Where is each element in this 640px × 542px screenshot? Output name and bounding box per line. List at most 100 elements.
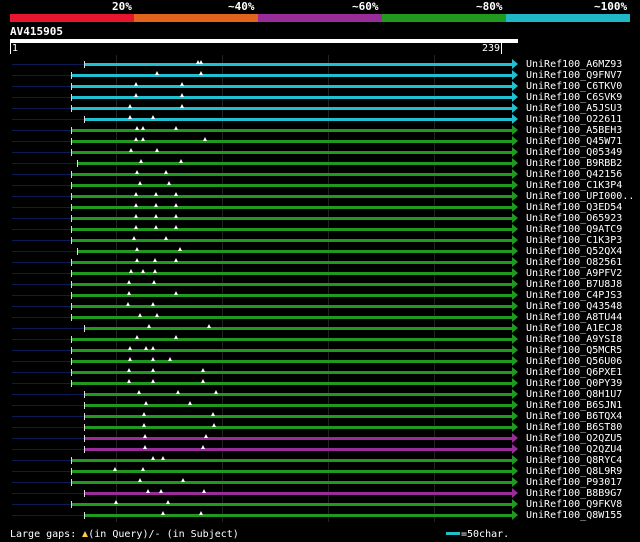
hit-label[interactable]: UniRef100_B9RBB2 (526, 158, 622, 169)
hit-label[interactable]: UniRef100_A1ECJ8 (526, 323, 622, 334)
hit-bar[interactable] (85, 437, 512, 440)
hit-row[interactable]: UniRef100_UPI000.. (0, 191, 640, 202)
hit-label[interactable]: UniRef100_Q8H1U7 (526, 389, 622, 400)
hit-label[interactable]: UniRef100_Q2QZU4 (526, 444, 622, 455)
hit-label[interactable]: UniRef100_A9PFV2 (526, 268, 622, 279)
hit-label[interactable]: UniRef100_O65923 (526, 213, 622, 224)
hit-label[interactable]: UniRef100_B6TQX4 (526, 411, 622, 422)
hit-row[interactable]: UniRef100_Q8L9R9 (0, 466, 640, 477)
hit-bar[interactable] (72, 217, 512, 220)
hit-label[interactable]: UniRef100_B8B9G7 (526, 488, 622, 499)
hit-label[interactable]: UniRef100_Q8W155 (526, 510, 622, 521)
hit-label[interactable]: UniRef100_Q8L9R9 (526, 466, 622, 477)
hit-row[interactable]: UniRef100_A5BEH3 (0, 125, 640, 136)
hit-row[interactable]: UniRef100_Q42156 (0, 169, 640, 180)
hit-row[interactable]: UniRef100_Q3ED54 (0, 202, 640, 213)
hit-label[interactable]: UniRef100_A8TU44 (526, 312, 622, 323)
hit-bar[interactable] (85, 404, 512, 407)
hit-label[interactable]: UniRef100_Q3ED54 (526, 202, 622, 213)
hit-label[interactable]: UniRef100_B7U8J8 (526, 279, 622, 290)
hit-row[interactable]: UniRef100_A8TU44 (0, 312, 640, 323)
hit-label[interactable]: UniRef100_C1K3P4 (526, 180, 622, 191)
hit-label[interactable]: UniRef100_Q52QX4 (526, 246, 622, 257)
hit-row[interactable]: UniRef100_Q6PXE1 (0, 367, 640, 378)
hit-row[interactable]: UniRef100_Q8RYC4 (0, 455, 640, 466)
hit-label[interactable]: UniRef100_A5BEH3 (526, 125, 622, 136)
hit-bar[interactable] (72, 96, 512, 99)
hit-row[interactable]: UniRef100_P93017 (0, 477, 640, 488)
hit-row[interactable]: UniRef100_Q9ATC9 (0, 224, 640, 235)
hit-row[interactable]: UniRef100_C6SVK9 (0, 92, 640, 103)
hit-row[interactable]: UniRef100_B8B9G7 (0, 488, 640, 499)
hit-bar[interactable] (72, 459, 512, 462)
hit-row[interactable]: UniRef100_Q45W71 (0, 136, 640, 147)
hit-row[interactable]: UniRef100_B6ST80 (0, 422, 640, 433)
hit-row[interactable]: UniRef100_C1K3P4 (0, 180, 640, 191)
hit-row[interactable]: UniRef100_Q5MCR5 (0, 345, 640, 356)
hit-label[interactable]: UniRef100_Q05349 (526, 147, 622, 158)
hit-row[interactable]: UniRef100_Q8H1U7 (0, 389, 640, 400)
hit-label[interactable]: UniRef100_Q43548 (526, 301, 622, 312)
hit-bar[interactable] (85, 426, 512, 429)
hit-bar[interactable] (72, 272, 512, 275)
hit-bar[interactable] (72, 294, 512, 297)
hit-label[interactable]: UniRef100_O22611 (526, 114, 622, 125)
hit-row[interactable]: UniRef100_Q2QZU5 (0, 433, 640, 444)
hit-bar[interactable] (72, 360, 512, 363)
hit-bar[interactable] (78, 162, 512, 165)
hit-row[interactable]: UniRef100_B6TQX4 (0, 411, 640, 422)
hit-label[interactable]: UniRef100_Q2QZU5 (526, 433, 622, 444)
hit-row[interactable]: UniRef100_C6TKV0 (0, 81, 640, 92)
hit-bar[interactable] (85, 118, 512, 121)
hit-row[interactable]: UniRef100_Q56U06 (0, 356, 640, 367)
hit-bar[interactable] (85, 393, 512, 396)
hit-bar[interactable] (72, 470, 512, 473)
hit-label[interactable]: UniRef100_A6MZ93 (526, 59, 622, 70)
hit-label[interactable]: UniRef100_Q8RYC4 (526, 455, 622, 466)
hit-bar[interactable] (72, 382, 512, 385)
hit-row[interactable]: UniRef100_Q43548 (0, 301, 640, 312)
hit-row[interactable]: UniRef100_Q9FNV7 (0, 70, 640, 81)
hit-row[interactable]: UniRef100_C4PJS3 (0, 290, 640, 301)
hit-label[interactable]: UniRef100_C4PJS3 (526, 290, 622, 301)
hit-row[interactable]: UniRef100_A5JSU3 (0, 103, 640, 114)
hit-bar[interactable] (72, 305, 512, 308)
hit-row[interactable]: UniRef100_A9YSI8 (0, 334, 640, 345)
hit-bar[interactable] (72, 239, 512, 242)
hit-bar[interactable] (72, 349, 512, 352)
hit-bar[interactable] (85, 415, 512, 418)
hit-bar[interactable] (72, 503, 512, 506)
hit-bar[interactable] (72, 195, 512, 198)
hit-label[interactable]: UniRef100_C6TKV0 (526, 81, 622, 92)
hit-row[interactable]: UniRef100_Q0PY39 (0, 378, 640, 389)
hit-row[interactable]: UniRef100_Q52QX4 (0, 246, 640, 257)
hit-bar[interactable] (72, 206, 512, 209)
hit-row[interactable]: UniRef100_A1ECJ8 (0, 323, 640, 334)
hit-row[interactable]: UniRef100_B6SJN1 (0, 400, 640, 411)
hit-row[interactable]: UniRef100_O22611 (0, 114, 640, 125)
hit-label[interactable]: UniRef100_Q9FKV8 (526, 499, 622, 510)
hit-label[interactable]: UniRef100_Q45W71 (526, 136, 622, 147)
hit-bar[interactable] (72, 74, 512, 77)
hit-row[interactable]: UniRef100_B7U8J8 (0, 279, 640, 290)
hit-label[interactable]: UniRef100_Q56U06 (526, 356, 622, 367)
hit-label[interactable]: UniRef100_A5JSU3 (526, 103, 622, 114)
hit-bar[interactable] (85, 63, 512, 66)
hit-row[interactable]: UniRef100_A6MZ93 (0, 59, 640, 70)
hit-bar[interactable] (72, 151, 512, 154)
hit-label[interactable]: UniRef100_Q9FNV7 (526, 70, 622, 81)
hit-bar[interactable] (78, 250, 512, 253)
hit-label[interactable]: UniRef100_B6ST80 (526, 422, 622, 433)
hit-label[interactable]: UniRef100_Q0PY39 (526, 378, 622, 389)
hit-label[interactable]: UniRef100_Q9ATC9 (526, 224, 622, 235)
hit-row[interactable]: UniRef100_Q8W155 (0, 510, 640, 521)
hit-row[interactable]: UniRef100_A9PFV2 (0, 268, 640, 279)
hit-bar[interactable] (72, 85, 512, 88)
hit-bar[interactable] (72, 140, 512, 143)
hit-bar[interactable] (72, 283, 512, 286)
hit-bar[interactable] (72, 107, 512, 110)
hit-label[interactable]: UniRef100_O82561 (526, 257, 622, 268)
hit-row[interactable]: UniRef100_C1K3P3 (0, 235, 640, 246)
hit-row[interactable]: UniRef100_O65923 (0, 213, 640, 224)
hit-label[interactable]: UniRef100_UPI000.. (526, 191, 634, 202)
